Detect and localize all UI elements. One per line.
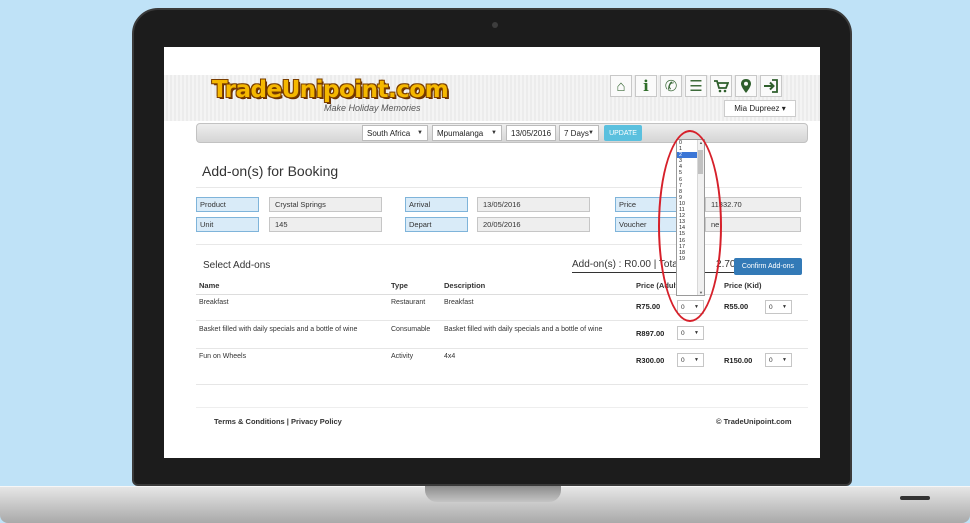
page-title: Add-on(s) for Booking — [202, 163, 339, 179]
row-divider — [196, 348, 808, 349]
cart-icon[interactable] — [710, 75, 732, 97]
row2-type: Consumable — [391, 326, 431, 333]
row3-qty-adult-select[interactable]: 0 ▼ — [677, 353, 704, 367]
col-name: Name — [199, 281, 220, 290]
chevron-down-icon: ▼ — [782, 304, 787, 310]
depart-label: Depart — [405, 217, 468, 232]
qty-value: 0 — [681, 329, 685, 337]
region-value: Mpumalanga — [437, 128, 484, 138]
duration-select[interactable]: 7 Days ▼ — [559, 125, 599, 141]
row1-price-adult: R75.00 — [636, 302, 661, 311]
row2-price-adult: R897.00 — [636, 329, 665, 338]
chevron-down-icon: ▼ — [694, 357, 699, 363]
col-type: Type — [391, 281, 408, 290]
qty-value: 0 — [769, 356, 773, 364]
region-select[interactable]: Mpumalanga ▼ — [432, 125, 502, 141]
row3-description: 4x4 — [444, 353, 456, 360]
country-select[interactable]: South Africa ▼ — [362, 125, 428, 141]
row-divider — [196, 384, 808, 385]
row3-type: Activity — [391, 353, 414, 360]
browser-screen: TradeUnipoint.com Make Holiday Memories … — [164, 47, 820, 458]
row1-description: Breakfast — [444, 299, 474, 306]
chevron-down-icon: ▼ — [491, 130, 497, 136]
footer-links[interactable]: Terms & Conditions | Privacy Policy — [214, 417, 342, 426]
user-menu[interactable]: Mia Dupreez ▾ — [724, 100, 796, 117]
duration-value: 7 Days — [564, 128, 589, 138]
phone-icon[interactable]: ✆ — [660, 75, 682, 97]
row3-price-adult: R300.00 — [636, 356, 665, 365]
row-divider — [196, 320, 808, 321]
red-highlight-ellipse — [658, 130, 722, 322]
select-addons-heading: Select Add-ons — [203, 260, 271, 271]
unit-label: Unit — [196, 217, 259, 232]
login-icon[interactable] — [760, 75, 782, 97]
confirm-addons-button[interactable]: Confirm Add-ons — [734, 258, 802, 275]
country-value: South Africa — [367, 128, 411, 138]
search-toolbar — [196, 123, 808, 143]
footer-divider — [196, 407, 808, 408]
product-label: Product — [196, 197, 259, 212]
depart-value: 20/05/2016 — [477, 217, 590, 232]
col-price-kid: Price (Kid) — [724, 281, 762, 290]
chevron-down-icon: ▼ — [588, 130, 594, 136]
row1-name: Breakfast — [199, 299, 229, 306]
table-header-divider — [196, 294, 808, 295]
unit-value: 145 — [269, 217, 382, 232]
col-description: Description — [444, 281, 486, 290]
qty-value: 0 — [681, 356, 685, 364]
qty-value: 0 — [769, 303, 773, 311]
menu-icon[interactable]: ☰ — [685, 75, 707, 97]
home-icon[interactable]: ⌂ — [610, 75, 632, 97]
site-logo[interactable]: TradeUnipoint.com — [212, 77, 449, 103]
chevron-down-icon: ▼ — [694, 330, 699, 336]
product-value: Crystal Springs — [269, 197, 382, 212]
chevron-down-icon: ▼ — [417, 130, 423, 136]
nav-icon-bar: ⌂ i ✆ ☰ — [610, 75, 782, 97]
row2-name: Basket filled with daily specials and a … — [199, 326, 358, 333]
footer-copyright: © TradeUnipoint.com — [716, 417, 792, 426]
site-tagline: Make Holiday Memories — [324, 103, 421, 113]
row3-price-kid: R150.00 — [724, 356, 753, 365]
laptop-base-notch — [425, 486, 561, 502]
row1-price-kid: R55.00 — [724, 302, 749, 311]
date-input[interactable]: 13/05/2016 — [506, 125, 556, 141]
webcam — [492, 22, 498, 28]
location-icon[interactable] — [735, 75, 757, 97]
row1-qty-kid-select[interactable]: 0 ▼ — [765, 300, 792, 314]
arrival-value: 13/05/2016 — [477, 197, 590, 212]
arrival-label: Arrival — [405, 197, 468, 212]
row2-description: Basket filled with daily specials and a … — [444, 326, 603, 333]
row3-qty-kid-select[interactable]: 0 ▼ — [765, 353, 792, 367]
chevron-down-icon: ▼ — [782, 357, 787, 363]
row3-name: Fun on Wheels — [199, 353, 247, 360]
laptop-base-slot — [900, 496, 930, 500]
info-icon[interactable]: i — [635, 75, 657, 97]
update-button[interactable]: UPDATE — [604, 125, 642, 141]
row2-qty-adult-select[interactable]: 0 ▼ — [677, 326, 704, 340]
row1-type: Restaurant — [391, 299, 426, 306]
